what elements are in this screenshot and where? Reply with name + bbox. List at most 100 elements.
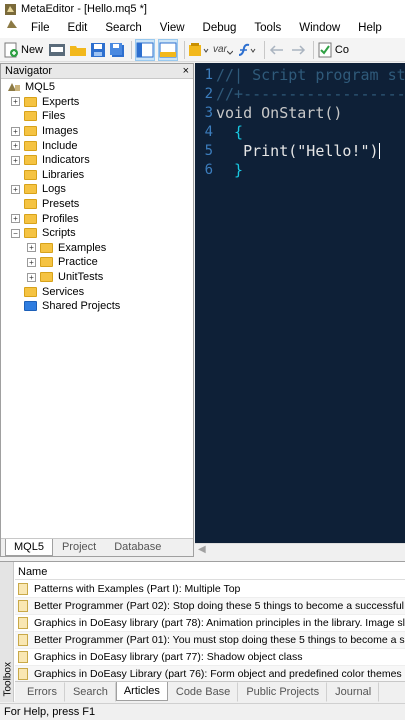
tree-item-presets[interactable]: Presets xyxy=(1,197,193,212)
article-icon xyxy=(18,634,28,646)
article-row[interactable]: Better Programmer (Part 01): You must st… xyxy=(15,632,405,649)
navigator-panel-icon xyxy=(136,42,154,57)
expand-icon[interactable]: + xyxy=(11,97,20,107)
save-all-button[interactable] xyxy=(109,39,125,61)
code-line: 4 { xyxy=(195,122,244,141)
menu-search[interactable]: Search xyxy=(96,18,150,38)
save-all-icon xyxy=(110,42,124,57)
menu-tools[interactable]: Tools xyxy=(245,18,290,38)
navigator-toggle-button[interactable] xyxy=(135,38,155,61)
tree-label: Profiles xyxy=(42,212,79,225)
code-text: //+---------------------- xyxy=(216,84,405,103)
window-title: MetaEditor - [Hello.mq5 *] xyxy=(21,3,147,15)
navigator-tabs: MQL5 Project Database xyxy=(1,538,193,556)
expand-icon[interactable]: + xyxy=(27,272,36,282)
expand-icon[interactable]: + xyxy=(27,257,36,267)
tree-label: Shared Projects xyxy=(42,300,121,313)
article-row[interactable]: Graphics in DoEasy library (part 78): An… xyxy=(15,615,405,632)
article-icon xyxy=(18,617,28,629)
compile-icon xyxy=(189,42,209,56)
tab-journal[interactable]: Journal xyxy=(327,682,380,702)
tree-item-shared-projects[interactable]: Shared Projects xyxy=(1,299,193,314)
tree-item-unittests[interactable]: + UnitTests xyxy=(1,270,193,285)
tree-item-logs[interactable]: + Logs xyxy=(1,182,193,197)
tab-public-projects[interactable]: Public Projects xyxy=(238,682,328,702)
tab-database[interactable]: Database xyxy=(105,538,170,556)
open-button[interactable] xyxy=(69,39,87,61)
tree-item-examples[interactable]: + Examples xyxy=(1,241,193,256)
status-bar: For Help, press F1 xyxy=(0,703,405,720)
close-icon[interactable]: × xyxy=(183,65,189,77)
tab-project[interactable]: Project xyxy=(53,538,105,556)
menu-debug[interactable]: Debug xyxy=(194,18,246,38)
insert-variable-button[interactable]: var xyxy=(213,39,233,61)
tree-item-images[interactable]: + Images xyxy=(1,124,193,139)
back-button[interactable] xyxy=(268,39,286,61)
tree-item-files[interactable]: Files xyxy=(1,109,193,124)
article-row[interactable]: Patterns with Examples (Part I): Multipl… xyxy=(15,581,405,598)
compile-button[interactable] xyxy=(188,39,210,61)
column-header-name[interactable]: Name xyxy=(15,564,405,580)
tree-item-experts[interactable]: + Experts xyxy=(1,95,193,110)
forward-button[interactable] xyxy=(289,39,307,61)
folder-icon xyxy=(24,126,37,137)
expand-icon[interactable]: + xyxy=(11,155,20,165)
tree-item-profiles[interactable]: + Profiles xyxy=(1,211,193,226)
menu-file[interactable]: File xyxy=(22,18,59,38)
navigator-tree: MQL5 + Experts Files + Images + Include + In… xyxy=(1,79,193,314)
expand-icon[interactable]: + xyxy=(11,141,20,151)
editor-horizontal-scrollbar[interactable]: ◀ xyxy=(195,543,405,557)
tree-item-include[interactable]: + Include xyxy=(1,138,193,153)
tab-articles[interactable]: Articles xyxy=(115,682,168,701)
toolbar-separator xyxy=(131,40,132,59)
navigator-header: Navigator × xyxy=(1,64,193,79)
tree-item-indicators[interactable]: + Indicators xyxy=(1,153,193,168)
article-row[interactable]: Better Programmer (Part 02): Stop doing … xyxy=(15,598,405,615)
line-number: 3 xyxy=(204,104,213,121)
code-editor[interactable]: 1 //| Script program st 2 //+-----------… xyxy=(195,63,405,543)
scroll-left-icon[interactable]: ◀ xyxy=(198,544,206,555)
arrow-right-icon xyxy=(291,44,305,55)
system-menu-icon[interactable] xyxy=(0,18,22,38)
compile-check-button[interactable]: Co xyxy=(317,39,349,61)
project-button[interactable] xyxy=(48,39,66,61)
new-button[interactable]: New xyxy=(3,39,45,61)
article-row[interactable]: Graphics in DoEasy library (part 77): Sh… xyxy=(15,649,405,666)
menu-help[interactable]: Help xyxy=(349,18,391,38)
toolbox-toggle-button[interactable] xyxy=(158,38,178,61)
tree-item-scripts[interactable]: − Scripts xyxy=(1,226,193,241)
tree-label: Include xyxy=(42,139,78,152)
tree-item-libraries[interactable]: Libraries xyxy=(1,168,193,183)
folder-icon xyxy=(24,169,37,180)
mql5-root-icon xyxy=(8,83,20,92)
tree-label: Scripts xyxy=(42,227,76,240)
tree-item-services[interactable]: Services xyxy=(1,284,193,299)
expand-icon[interactable]: + xyxy=(27,243,36,253)
save-button[interactable] xyxy=(90,39,106,61)
tree-label: Libraries xyxy=(42,168,85,181)
tree-item-practice[interactable]: + Practice xyxy=(1,255,193,270)
folder-icon xyxy=(40,242,53,253)
tab-code-base[interactable]: Code Base xyxy=(168,682,239,702)
folder-icon xyxy=(24,286,37,297)
tab-errors[interactable]: Errors xyxy=(19,682,65,702)
menu-view[interactable]: View xyxy=(151,18,194,38)
toolbar-separator xyxy=(184,40,185,59)
toolbar-separator xyxy=(263,40,265,59)
insert-function-button[interactable] xyxy=(236,39,258,61)
expand-icon[interactable]: + xyxy=(11,126,20,136)
tab-search[interactable]: Search xyxy=(65,682,116,702)
menu-edit[interactable]: Edit xyxy=(59,18,97,38)
article-row[interactable]: Graphics in DoEasy Library (part 76): Fo… xyxy=(15,666,405,681)
folder-icon xyxy=(40,272,53,283)
collapse-icon[interactable]: − xyxy=(11,228,20,238)
folder-icon xyxy=(24,111,37,122)
expand-icon[interactable]: + xyxy=(11,184,20,194)
folder-icon xyxy=(24,213,37,224)
tree-item-mql5[interactable]: MQL5 xyxy=(1,80,193,95)
title-bar: MetaEditor - [Hello.mq5 *] xyxy=(0,0,405,18)
expand-icon[interactable]: + xyxy=(11,214,20,224)
tree-label: Presets xyxy=(42,198,80,211)
tab-mql5[interactable]: MQL5 xyxy=(5,539,53,556)
menu-window[interactable]: Window xyxy=(290,18,349,38)
